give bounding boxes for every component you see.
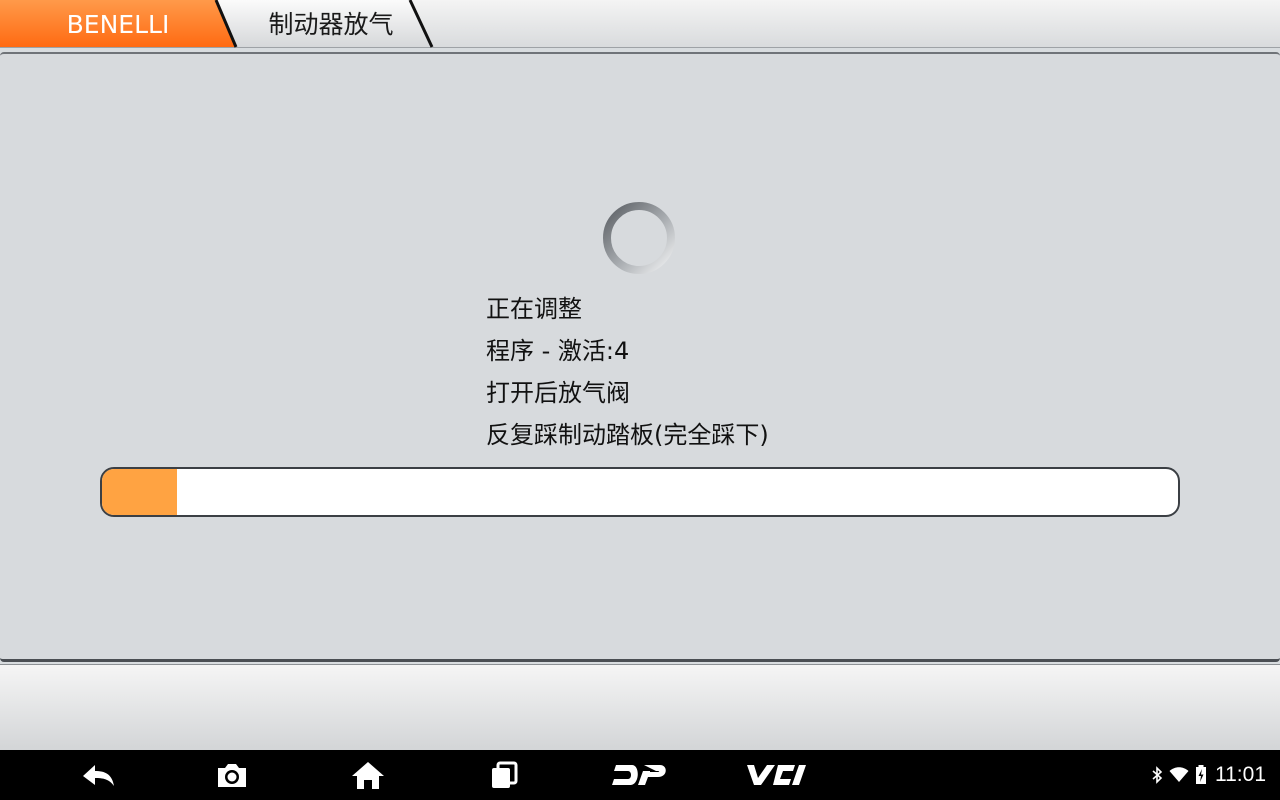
dp-button[interactable] [600,750,680,800]
recents-button[interactable] [472,750,536,800]
status-line-2: 程序 - 激活:4 [486,337,630,365]
screenshot-button[interactable] [200,750,264,800]
system-nav-bar: 11:01 [0,750,1280,800]
breadcrumb-item-current-page: 制动器放气 [268,10,394,39]
bottom-toolbar [0,664,1280,750]
loading-spinner-icon [603,202,675,274]
system-status-area: 11:01 [1151,750,1266,800]
status-line-4: 反复踩制动踏板(完全踩下) [486,421,769,449]
home-button[interactable] [336,750,400,800]
status-line-1: 正在调整 [486,295,582,323]
dp-logo-icon [612,765,666,785]
vci-logo-icon [747,765,806,785]
home-icon [352,762,384,789]
clock: 11:01 [1215,763,1266,786]
battery-charging-icon [1196,765,1206,784]
main-panel: 正在调整 程序 - 激活:4 打开后放气阀 反复踩制动踏板(完全踩下) [0,52,1280,662]
status-line-3: 打开后放气阀 [486,379,630,407]
recents-icon [492,761,518,788]
breadcrumb-item-brand[interactable]: BENELLI [0,0,238,48]
back-icon [83,765,114,786]
breadcrumb: BENELLI 制动器放气 [0,0,1280,48]
progress-bar [100,467,1180,517]
back-button[interactable] [66,750,130,800]
progress-bar-fill [102,469,178,515]
bluetooth-icon [1152,766,1163,784]
wifi-icon [1169,767,1189,782]
vci-button[interactable] [736,750,816,800]
camera-icon [218,764,246,787]
